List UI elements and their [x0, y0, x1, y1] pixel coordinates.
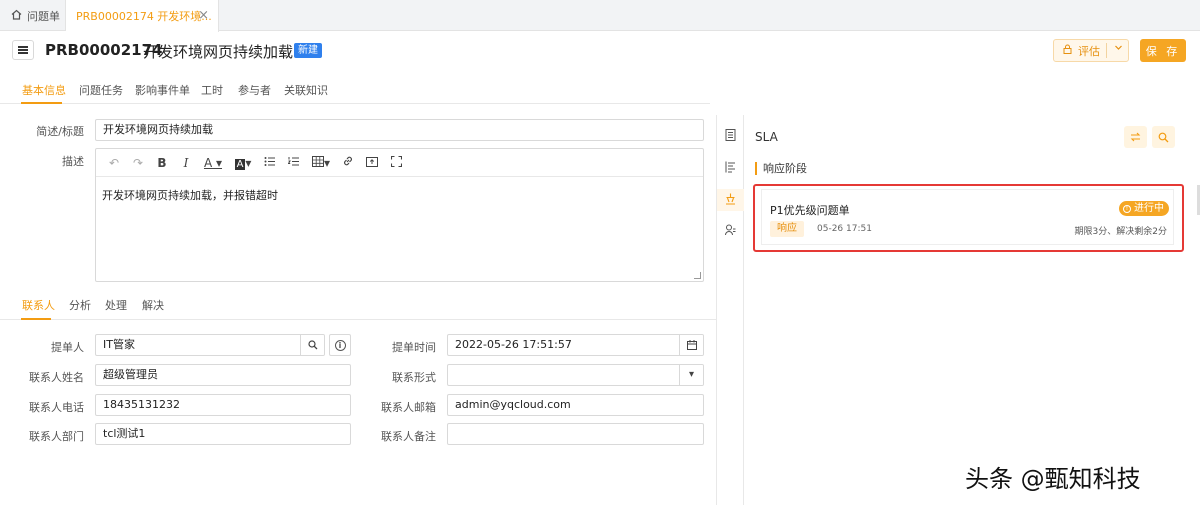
tab-problem-list[interactable]: 问题单	[0, 0, 66, 31]
main-tabs: 基本信息 问题任务 影响事件单 工时 参与者 关联知识	[0, 74, 710, 104]
chevron-down-icon[interactable]	[1114, 43, 1123, 55]
table-icon[interactable]: ▾	[306, 155, 336, 170]
switch-button[interactable]	[1124, 126, 1147, 148]
contact-form-select[interactable]: ▾	[447, 364, 704, 386]
watermark: 头条 @甄知科技	[965, 465, 1141, 493]
status-label: 进行中	[1134, 203, 1164, 214]
editor-toolbar: ↶ ↷ B I A ▾ A ▾ ▾	[96, 149, 703, 177]
tab-related-knowledge[interactable]: 关联知识	[284, 82, 328, 98]
info-icon: i	[334, 339, 346, 351]
contact-name-label: 联系人姓名	[29, 371, 84, 384]
contact-note-label: 联系人备注	[381, 430, 436, 443]
active-subtab-indicator	[21, 318, 51, 320]
link-icon[interactable]	[336, 155, 360, 170]
divider	[1106, 43, 1107, 58]
active-tab-indicator	[21, 102, 62, 104]
submitter-label: 提单人	[51, 341, 84, 354]
submitter-input[interactable]: IT管家	[95, 334, 325, 356]
phase-tag: 响应	[770, 221, 804, 237]
contact-phone-label: 联系人电话	[29, 401, 84, 414]
submit-time-input[interactable]: 2022-05-26 17:51:57	[447, 334, 704, 356]
tab-problem-tasks[interactable]: 问题任务	[79, 82, 123, 98]
sla-item-card[interactable]: P1优先级问题单 ! 进行中 响应 05-26 17:51 期限3分、解决剩余2…	[761, 189, 1174, 245]
highlight-color-icon[interactable]: A ▾	[228, 156, 258, 170]
info-button[interactable]: i	[329, 334, 351, 356]
stage-title: 响应阶段	[755, 162, 807, 175]
tab-work-hours[interactable]: 工时	[201, 82, 223, 98]
sla-icon[interactable]	[725, 193, 736, 205]
description-editor[interactable]: ↶ ↷ B I A ▾ A ▾ ▾ 开发环境网页持续加载，并报错超时	[95, 148, 704, 282]
bold-icon[interactable]: B	[150, 156, 174, 170]
search-icon[interactable]	[300, 335, 324, 355]
tab-contact[interactable]: 联系人	[22, 297, 55, 313]
submitter-value: IT管家	[103, 338, 135, 351]
font-color-icon[interactable]: A ▾	[198, 156, 228, 170]
sla-item-name: P1优先级问题单	[770, 204, 850, 217]
tab-resolution[interactable]: 解决	[142, 297, 164, 313]
submit-time-value: 2022-05-26 17:51:57	[455, 338, 572, 351]
switch-icon	[1130, 132, 1141, 142]
description-content[interactable]: 开发环境网页持续加载，并报错超时	[96, 177, 703, 213]
page-title: 开发环境网页持续加载	[143, 43, 294, 61]
tab-participants[interactable]: 参与者	[238, 82, 271, 98]
redo-icon[interactable]: ↷	[126, 156, 150, 170]
lock-icon	[1063, 44, 1072, 57]
evaluate-button[interactable]: 评估	[1053, 39, 1129, 62]
home-icon	[11, 9, 22, 23]
contact-email-input[interactable]: admin@yqcloud.com	[447, 394, 704, 416]
contact-phone-input[interactable]: 18435131232	[95, 394, 351, 416]
evaluate-label: 评估	[1078, 44, 1100, 58]
submit-time-label: 提单时间	[392, 341, 436, 354]
menu-button[interactable]	[12, 40, 34, 60]
save-button[interactable]: 保 存	[1140, 39, 1186, 62]
side-icon-rail	[717, 115, 744, 505]
contact-dept-input[interactable]: tcl测试1	[95, 423, 351, 445]
fullscreen-icon[interactable]	[384, 155, 408, 170]
summary-input[interactable]: 开发环境网页持续加载	[95, 119, 704, 141]
tab-label: PRB00002174 开发环境...	[76, 10, 212, 23]
clock-icon: !	[1123, 204, 1131, 213]
close-icon[interactable]: ×	[198, 8, 209, 23]
menu-icon	[18, 46, 28, 54]
dropdown-arrow-icon[interactable]: ▾	[679, 365, 703, 385]
image-upload-icon[interactable]	[360, 156, 384, 170]
calendar-icon[interactable]	[679, 335, 703, 355]
resize-handle[interactable]	[694, 272, 701, 279]
status-badge: ! 进行中	[1119, 201, 1169, 216]
undo-icon[interactable]: ↶	[102, 156, 126, 170]
numbered-list-icon[interactable]	[282, 156, 306, 170]
search-button[interactable]	[1152, 126, 1175, 148]
users-icon[interactable]	[725, 224, 736, 236]
contact-name-input[interactable]: 超级管理员	[95, 364, 351, 386]
contact-dept-label: 联系人部门	[29, 430, 84, 443]
search-icon	[1158, 132, 1169, 142]
contact-section-tabs: 联系人 分析 处理 解决	[0, 293, 716, 320]
tab-current-problem[interactable]: PRB00002174 开发环境... ×	[66, 0, 219, 32]
description-label: 描述	[62, 155, 84, 168]
contact-note-input[interactable]	[447, 423, 704, 445]
sla-card-highlight: P1优先级问题单 ! 进行中 响应 05-26 17:51 期限3分、解决剩余2…	[753, 184, 1184, 252]
tab-label: 问题单	[27, 9, 60, 23]
tab-impacted-incidents[interactable]: 影响事件单	[135, 82, 190, 98]
ordered-list-icon[interactable]	[258, 156, 282, 170]
contact-form-label: 联系形式	[392, 371, 436, 384]
contact-email-label: 联系人邮箱	[381, 401, 436, 414]
status-badge: 新建	[294, 43, 322, 58]
tab-basic-info[interactable]: 基本信息	[22, 82, 66, 98]
deadline-text: 期限3分、解决剩余2分	[1074, 227, 1167, 237]
tab-handling[interactable]: 处理	[105, 297, 127, 313]
phase-time: 05-26 17:51	[817, 224, 872, 234]
top-tab-bar: 问题单 PRB00002174 开发环境... ×	[0, 0, 1200, 32]
italic-icon[interactable]: I	[174, 156, 198, 170]
timeline-icon[interactable]	[725, 161, 736, 173]
sla-title: SLA	[755, 130, 778, 144]
tab-analysis[interactable]: 分析	[69, 297, 91, 313]
summary-label: 简述/标题	[36, 125, 84, 138]
document-icon[interactable]	[725, 129, 736, 141]
